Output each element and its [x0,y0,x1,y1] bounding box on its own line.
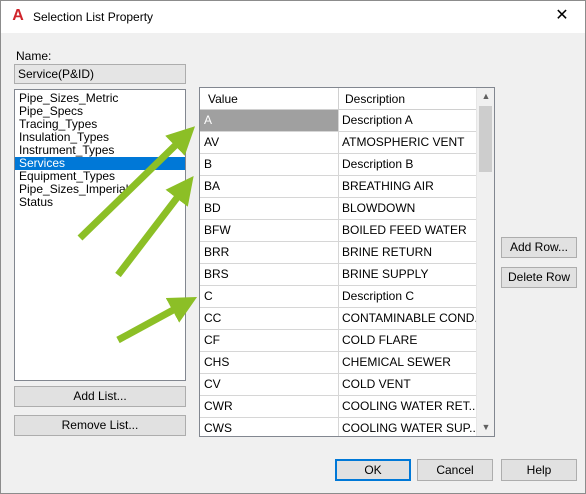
scroll-thumb[interactable] [479,106,492,172]
value-cell[interactable]: AV [200,132,339,153]
description-cell[interactable]: ATMOSPHERIC VENT [339,132,476,153]
delete-row-button[interactable]: Delete Row [501,267,577,288]
value-cell[interactable]: C [200,286,339,307]
table-row[interactable]: CHS CHEMICAL SEWER [200,352,476,374]
description-cell[interactable]: BRINE RETURN [339,242,476,263]
description-cell[interactable]: Description A [339,110,476,131]
description-cell[interactable]: COOLING WATER SUP... [339,418,476,436]
value-cell[interactable]: CHS [200,352,339,373]
table-row[interactable]: C Description C [200,286,476,308]
value-cell[interactable]: BRS [200,264,339,285]
cancel-button[interactable]: Cancel [417,459,493,481]
table-row[interactable]: BD BLOWDOWN [200,198,476,220]
table-row[interactable]: B Description B [200,154,476,176]
table-row[interactable]: AV ATMOSPHERIC VENT [200,132,476,154]
description-cell[interactable]: Description C [339,286,476,307]
value-cell[interactable]: BRR [200,242,339,263]
help-button[interactable]: Help [501,459,577,481]
ok-button[interactable]: OK [335,459,411,481]
value-cell[interactable]: CC [200,308,339,329]
table-row[interactable]: BFW BOILED FEED WATER [200,220,476,242]
description-cell[interactable]: Description B [339,154,476,175]
table-row[interactable]: BRR BRINE RETURN [200,242,476,264]
add-row-button[interactable]: Add Row... [501,237,577,258]
grid-header: Value Description [200,88,476,110]
description-cell[interactable]: COLD FLARE [339,330,476,351]
table-row[interactable]: BRS BRINE SUPPLY [200,264,476,286]
scroll-up-arrow-icon[interactable]: ▲ [477,88,494,105]
description-cell[interactable]: COOLING WATER RET... [339,396,476,417]
value-cell[interactable]: CWS [200,418,339,436]
selection-list-property-dialog: A Selection List Property ✕ Name: Servic… [0,0,586,494]
table-row[interactable]: CF COLD FLARE [200,330,476,352]
value-cell[interactable]: B [200,154,339,175]
value-column-header[interactable]: Value [200,88,339,110]
description-cell[interactable]: COLD VENT [339,374,476,395]
selection-list-item[interactable]: Status [15,196,185,209]
title-bar: A Selection List Property ✕ [1,1,585,33]
table-row[interactable]: CWR COOLING WATER RET... [200,396,476,418]
grid-vertical-scrollbar[interactable]: ▲ ▼ [476,88,494,436]
value-cell[interactable]: CF [200,330,339,351]
description-cell[interactable]: BREATHING AIR [339,176,476,197]
description-cell[interactable]: CHEMICAL SEWER [339,352,476,373]
description-cell[interactable]: BRINE SUPPLY [339,264,476,285]
close-button[interactable]: ✕ [539,1,585,33]
table-row[interactable]: CWS COOLING WATER SUP... [200,418,476,436]
window-title: Selection List Property [33,10,154,24]
table-row[interactable]: CC CONTAMINABLE COND... [200,308,476,330]
description-cell[interactable]: BOILED FEED WATER [339,220,476,241]
value-cell[interactable]: A [200,110,339,131]
autocad-a-icon: A [12,7,24,24]
scroll-down-arrow-icon[interactable]: ▼ [477,419,494,436]
name-label: Name: [16,49,52,63]
description-cell[interactable]: CONTAMINABLE COND... [339,308,476,329]
selection-lists-listbox[interactable]: Pipe_Sizes_Metric Pipe_Specs Tracing_Types… [14,89,186,381]
value-cell[interactable]: BD [200,198,339,219]
description-column-header[interactable]: Description [339,88,476,110]
name-field: Service(P&ID) [14,64,186,84]
value-cell[interactable]: BA [200,176,339,197]
table-row[interactable]: BA BREATHING AIR [200,176,476,198]
table-row[interactable]: A Description A [200,110,476,132]
value-cell[interactable]: CWR [200,396,339,417]
add-list-button[interactable]: Add List... [14,386,186,407]
description-cell[interactable]: BLOWDOWN [339,198,476,219]
value-cell[interactable]: CV [200,374,339,395]
value-cell[interactable]: BFW [200,220,339,241]
remove-list-button[interactable]: Remove List... [14,415,186,436]
values-grid[interactable]: Value Description A Description A AV ATMOSP… [199,87,495,437]
table-row[interactable]: CV COLD VENT [200,374,476,396]
